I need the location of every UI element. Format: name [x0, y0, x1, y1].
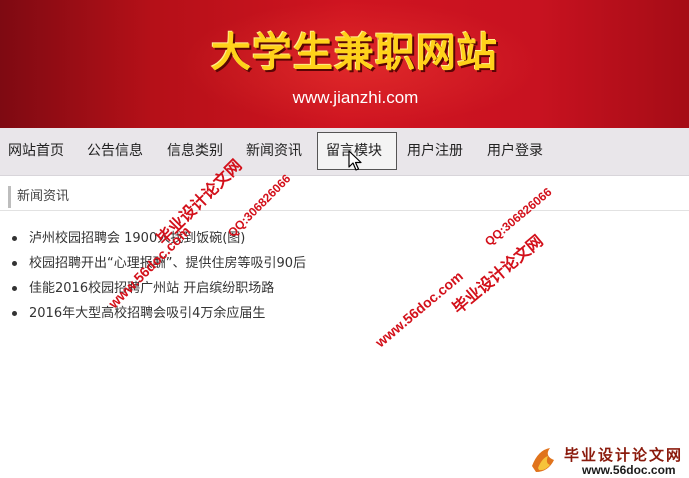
corner-logo-url: www.56doc.com: [582, 463, 676, 477]
corner-logo-text: 毕业设计论文网: [564, 446, 684, 464]
nav-item-announcements[interactable]: 公告信息: [79, 132, 151, 170]
section-title: 新闻资讯: [8, 186, 69, 208]
bullet-icon: [12, 311, 17, 316]
news-item[interactable]: 佳能2016校园招聘广州站 开启缤纷职场路: [10, 278, 306, 303]
news-list: 泸州校园招聘会 1900人找到饭碗(图) 校园招聘开出“心理报酬”、提供住房等吸…: [10, 228, 306, 328]
bullet-icon: [12, 261, 17, 266]
bullet-icon: [12, 286, 17, 291]
mouse-pointer-icon: [348, 150, 362, 171]
nav-item-news[interactable]: 新闻资讯: [238, 132, 310, 170]
main-nav: 网站首页 公告信息 信息类别 新闻资讯 留言模块 用户注册 用户登录: [0, 128, 689, 176]
flame-logo-icon: [532, 448, 554, 472]
news-title: 佳能2016校园招聘广州站 开启缤纷职场路: [29, 281, 275, 296]
news-title: 2016年大型高校招聘会吸引4万余应届生: [29, 306, 266, 321]
corner-logo: 毕业设计论文网 www.56doc.com: [524, 440, 689, 478]
site-url: www.jianzhi.com: [292, 88, 419, 107]
nav-item-home[interactable]: 网站首页: [0, 132, 72, 170]
nav-item-login[interactable]: 用户登录: [479, 132, 551, 170]
site-title: 大学生兼职网站: [211, 29, 498, 76]
bullet-icon: [12, 236, 17, 241]
watermark-site-url: www.56doc.com: [372, 267, 466, 351]
section-divider: [0, 210, 689, 211]
news-title: 泸州校园招聘会 1900人找到饭碗(图): [29, 231, 246, 246]
news-item[interactable]: 2016年大型高校招聘会吸引4万余应届生: [10, 303, 306, 328]
nav-item-register[interactable]: 用户注册: [399, 132, 471, 170]
header-banner: 大学生兼职网站 www.jianzhi.com: [0, 0, 689, 128]
